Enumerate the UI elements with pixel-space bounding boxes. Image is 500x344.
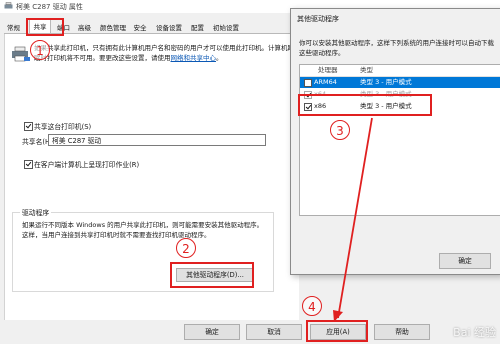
render-jobs-label: 在客户端计算机上呈现打印作业(R): [34, 161, 140, 169]
list-header: 处理器 类型: [300, 65, 500, 77]
ok-button[interactable]: 确定: [184, 324, 240, 340]
watermark-text: Bai 经验: [453, 326, 496, 339]
list-item[interactable]: ARM64 类型 3 - 用户模式: [300, 77, 500, 88]
cancel-button[interactable]: 取消: [246, 324, 302, 340]
column-processor[interactable]: 处理器: [318, 65, 338, 76]
window-title: 柯美 C287 驱动 属性: [16, 3, 83, 11]
share-printer-checkbox[interactable]: [24, 122, 33, 131]
type-cell: 类型 3 - 用户模式: [360, 78, 412, 86]
annotation-marker-3: 3: [330, 120, 350, 140]
additional-drivers-dialog: 其他驱动程序 你可以安装其他驱动程序，这样下列系统的用户连接时可以自动下载这些驱…: [290, 8, 500, 275]
drivers-description: 如果运行不同版本 Windows 的用户共享此打印机，则可能需要安装其他驱动程序…: [22, 221, 264, 239]
shared-printer-icon: [12, 46, 30, 62]
dialog-ok-button[interactable]: 确定: [439, 253, 491, 269]
drivers-group-title: 驱动程序: [20, 207, 52, 217]
share-printer-label: 共享这台打印机(S): [34, 123, 92, 131]
drivers-list[interactable]: 处理器 类型 ARM64 类型 3 - 用户模式 x64 类型 3 - 用户模式…: [299, 64, 500, 216]
processor-cell: ARM64: [314, 78, 337, 86]
annotation-box-other-drivers: [170, 262, 254, 288]
sharing-intro-text: 如果共享此打印机，只有拥有此计算机用户名和密码的用户才可以使用此打印机。计算机睡…: [34, 44, 294, 62]
annotation-box-apply: [306, 320, 368, 342]
network-sharing-center-link[interactable]: 网络和共享中心: [171, 54, 217, 62]
printer-icon: [4, 2, 13, 9]
annotation-marker-2: 2: [176, 238, 196, 258]
dialog-description: 你可以安装其他驱动程序，这样下列系统的用户连接时可以自动下载这些驱动程序。: [299, 39, 494, 57]
watermark: Bai 经验: [398, 322, 496, 340]
dialog-title: 其他驱动程序: [297, 15, 339, 23]
annotation-marker-1: 1: [30, 40, 50, 60]
annotation-box-x86: [298, 94, 432, 116]
share-name-input[interactable]: 柯美 C287 驱动: [48, 134, 266, 146]
annotation-box-tab: [26, 18, 64, 36]
column-type[interactable]: 类型: [360, 65, 373, 76]
annotation-marker-4: 4: [302, 296, 322, 316]
render-jobs-checkbox[interactable]: [24, 160, 33, 169]
driver-checkbox[interactable]: [304, 79, 312, 87]
